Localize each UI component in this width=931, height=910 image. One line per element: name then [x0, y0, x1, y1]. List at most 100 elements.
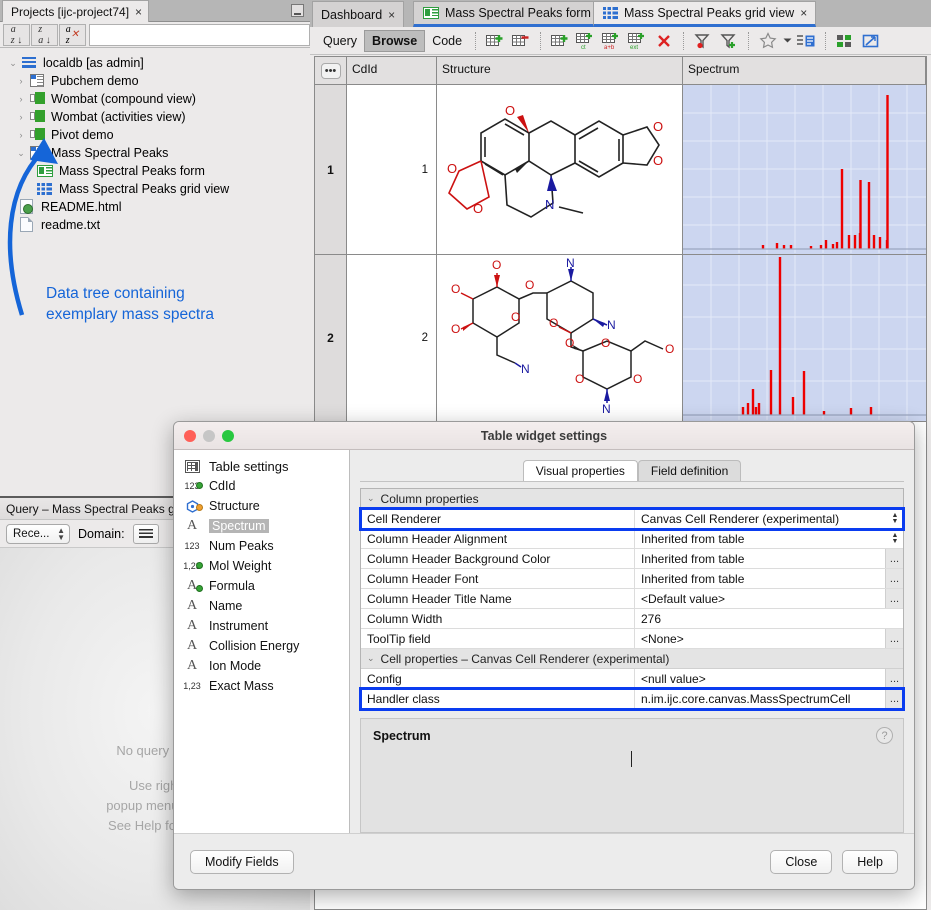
- field-item-ion-mode[interactable]: A Ion Mode: [174, 656, 349, 676]
- spinner-icon[interactable]: ▲▼: [887, 509, 903, 528]
- close-icon[interactable]: ×: [800, 6, 807, 20]
- property-row-column-header-font[interactable]: Column Header Font Inherited from table …: [361, 569, 903, 589]
- add-external-field-icon[interactable]: ext: [625, 30, 651, 52]
- table-widget-settings-dialog[interactable]: Table widget settings Table settings 123…: [173, 421, 915, 890]
- tab-visual-properties[interactable]: Visual properties: [523, 460, 638, 481]
- close-icon[interactable]: ×: [388, 8, 395, 22]
- field-item-collision-energy[interactable]: A Collision Energy: [174, 636, 349, 656]
- property-row-column-header-background-color[interactable]: Column Header Background Color Inherited…: [361, 549, 903, 569]
- tree-item-pubchem-demo[interactable]: › Pubchem demo: [0, 72, 310, 90]
- ellipsis-button[interactable]: ...: [885, 689, 903, 709]
- add-formula-field-icon[interactable]: a+b: [599, 30, 625, 52]
- help-button[interactable]: Help: [842, 850, 898, 874]
- group-cell-properties[interactable]: ⌄ Cell properties – Canvas Cell Renderer…: [361, 649, 903, 669]
- field-list[interactable]: Table settings 123 CdId Structure A Spec…: [174, 450, 350, 833]
- property-value[interactable]: 276: [635, 609, 903, 628]
- tab-field-definition[interactable]: Field definition: [638, 460, 741, 481]
- property-row-handler-class[interactable]: Handler class n.im.ijc.core.canvas.MassS…: [361, 689, 903, 709]
- property-value[interactable]: <None>: [635, 629, 885, 648]
- twisty-icon[interactable]: ⌄: [6, 58, 20, 69]
- field-item-cdid[interactable]: 123 CdId: [174, 476, 349, 496]
- az-sort-asc-icon[interactable]: az ↓: [3, 24, 30, 46]
- cell-cdid[interactable]: 1: [347, 85, 437, 254]
- property-value[interactable]: Canvas Cell Renderer (experimental): [635, 509, 887, 528]
- cell-cdid[interactable]: 2: [347, 255, 437, 421]
- field-item-mol-weight[interactable]: 1,23 Mol Weight: [174, 556, 349, 576]
- property-row-column-width[interactable]: Column Width 276: [361, 609, 903, 629]
- table-row[interactable]: 1 1: [315, 85, 926, 255]
- zoom-button[interactable]: [222, 430, 234, 442]
- field-item-num-peaks[interactable]: 123 Num Peaks: [174, 536, 349, 556]
- property-row-column-header-title-name[interactable]: Column Header Title Name <Default value>…: [361, 589, 903, 609]
- column-header-cdid[interactable]: CdId: [347, 57, 437, 84]
- tree-item-wombat-activities-view[interactable]: › Wombat (activities view): [0, 108, 310, 126]
- filter-active-icon[interactable]: [690, 30, 716, 52]
- cell-spectrum[interactable]: [683, 255, 926, 421]
- cell-spectrum[interactable]: [683, 85, 926, 254]
- za-sort-desc-icon[interactable]: za ↓: [31, 24, 58, 46]
- ellipsis-button[interactable]: ...: [885, 589, 903, 608]
- favorite-star-icon[interactable]: [755, 30, 781, 52]
- close-icon[interactable]: ×: [135, 5, 142, 19]
- ellipsis-button[interactable]: ...: [885, 629, 903, 648]
- column-header-spectrum[interactable]: Spectrum: [683, 57, 926, 84]
- ellipsis-button[interactable]: ...: [885, 569, 903, 588]
- cell-structure[interactable]: O O O O O O O O O O O N N: [437, 255, 683, 421]
- field-item-formula[interactable]: A Formula: [174, 576, 349, 596]
- field-item-spectrum[interactable]: A Spectrum: [174, 516, 349, 536]
- delete-row-icon[interactable]: [508, 30, 534, 52]
- field-item-name[interactable]: A Name: [174, 596, 349, 616]
- mode-browse-button[interactable]: Browse: [364, 30, 425, 52]
- property-value[interactable]: Inherited from table: [635, 529, 887, 548]
- field-item-structure[interactable]: Structure: [174, 496, 349, 516]
- minimize-button[interactable]: [203, 430, 215, 442]
- column-settings-icon[interactable]: [793, 30, 819, 52]
- column-header-structure[interactable]: Structure: [437, 57, 683, 84]
- delete-field-icon[interactable]: [651, 30, 677, 52]
- mode-query-button[interactable]: Query: [316, 30, 364, 52]
- widgets-icon[interactable]: [832, 30, 858, 52]
- property-value[interactable]: Inherited from table: [635, 569, 885, 588]
- tab-mass-spectral-peaks-form[interactable]: Mass Spectral Peaks form ×: [413, 1, 613, 27]
- cell-structure[interactable]: O O O O O N: [437, 85, 683, 254]
- field-item-instrument[interactable]: A Instrument: [174, 616, 349, 636]
- property-row-config[interactable]: Config <null value> ...: [361, 669, 903, 689]
- property-row-column-header-alignment[interactable]: Column Header Alignment Inherited from t…: [361, 529, 903, 549]
- twisty-icon[interactable]: ›: [14, 112, 28, 122]
- chevron-down-icon[interactable]: ⌄: [367, 653, 375, 664]
- property-row-cell-renderer[interactable]: Cell Renderer Canvas Cell Renderer (expe…: [361, 509, 903, 529]
- tree-item-localdb[interactable]: ⌄ localdb [as admin]: [0, 54, 310, 72]
- minimize-panel-icon[interactable]: [291, 4, 304, 17]
- chevron-down-icon[interactable]: ⌄: [367, 493, 375, 504]
- property-row-tooltip-field[interactable]: ToolTip field <None> ...: [361, 629, 903, 649]
- close-button[interactable]: [184, 430, 196, 442]
- tab-projects[interactable]: Projects [ijc-project74] ×: [2, 0, 149, 22]
- recent-queries-combo[interactable]: Rece... ▲▼: [6, 524, 70, 544]
- add-row-icon[interactable]: [482, 30, 508, 52]
- grid-corner-menu[interactable]: •••: [315, 57, 347, 84]
- property-value[interactable]: <Default value>: [635, 589, 885, 608]
- field-item-exact-mass[interactable]: 1,23 Exact Mass: [174, 676, 349, 696]
- favorite-dropdown-icon[interactable]: [781, 30, 793, 52]
- az-sort-clear-icon[interactable]: az✕: [59, 24, 86, 46]
- add-calculated-field-icon[interactable]: ct: [573, 30, 599, 52]
- add-filter-icon[interactable]: [716, 30, 742, 52]
- help-icon[interactable]: ?: [876, 727, 893, 744]
- twisty-icon[interactable]: ›: [14, 76, 28, 86]
- tree-item-wombat-compound-view[interactable]: › Wombat (compound view): [0, 90, 310, 108]
- detach-view-icon[interactable]: [858, 30, 884, 52]
- ellipsis-button[interactable]: ...: [885, 549, 903, 568]
- property-value[interactable]: n.im.ijc.core.canvas.MassSpectrumCell: [635, 689, 885, 709]
- domain-menu-button[interactable]: [133, 524, 159, 544]
- add-field-icon[interactable]: [547, 30, 573, 52]
- tab-dashboard[interactable]: Dashboard ×: [312, 1, 404, 27]
- group-column-properties[interactable]: ⌄ Column properties: [361, 489, 903, 509]
- property-value[interactable]: Inherited from table: [635, 549, 885, 568]
- ellipsis-button[interactable]: ...: [885, 669, 903, 688]
- mode-code-button[interactable]: Code: [425, 30, 469, 52]
- spinner-icon[interactable]: ▲▼: [887, 529, 903, 548]
- twisty-icon[interactable]: ›: [14, 94, 28, 104]
- modify-fields-button[interactable]: Modify Fields: [190, 850, 294, 874]
- property-value[interactable]: <null value>: [635, 669, 885, 688]
- table-row[interactable]: 2 2: [315, 255, 926, 422]
